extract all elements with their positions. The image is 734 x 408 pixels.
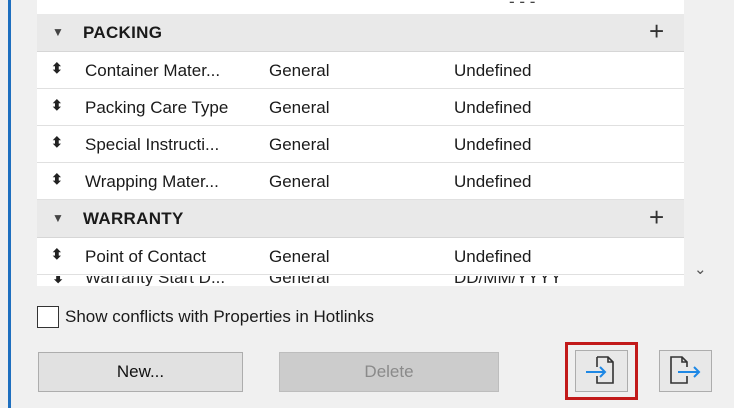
import-button[interactable] (575, 350, 628, 392)
property-value: Undefined (454, 247, 532, 266)
property-row-partial[interactable]: ⬍ Warranty Start D... General DD/MM/YYYY (37, 276, 684, 286)
group-header-warranty[interactable]: ▼ WARRANTY + (37, 200, 684, 238)
drag-handle-icon[interactable]: ⬍ (51, 276, 65, 286)
drag-handle-icon[interactable]: ⬍ (51, 134, 63, 151)
property-type: General (269, 98, 330, 117)
property-row[interactable]: ⬍ Container Mater... General Undefined (37, 52, 684, 89)
property-name: Container Mater... (85, 61, 221, 80)
property-type: General (269, 247, 330, 266)
show-conflicts-checkbox[interactable] (37, 306, 59, 328)
left-accent-bar (8, 0, 11, 408)
triangle-down-icon[interactable]: ▼ (52, 25, 64, 39)
property-value: Undefined (454, 172, 532, 191)
export-button[interactable] (659, 350, 712, 392)
property-type: General (269, 172, 330, 191)
property-name: Special Instructi... (85, 135, 220, 154)
chevron-down-icon[interactable]: ⌄ (694, 260, 707, 278)
property-row[interactable]: ⬍ Point of Contact General Undefined (37, 238, 684, 275)
group-header-packing[interactable]: ▼ PACKING + (37, 14, 684, 52)
property-row[interactable]: ⬍ Wrapping Mater... General Undefined (37, 163, 684, 200)
property-name: Point of Contact (85, 247, 206, 266)
property-list[interactable]: - - - ▼ PACKING + ⬍ Container Mater... G… (37, 0, 684, 286)
drag-handle-icon[interactable]: ⬍ (51, 246, 63, 263)
property-row[interactable]: ⬍ Packing Care Type General Undefined (37, 89, 684, 126)
plus-icon[interactable]: + (649, 203, 664, 231)
property-value: DD/MM/YYYY (454, 276, 562, 286)
property-value: Undefined (454, 98, 532, 117)
delete-button: Delete (279, 352, 499, 392)
drag-handle-icon[interactable]: ⬍ (51, 171, 63, 188)
property-value: Undefined (454, 61, 532, 80)
property-name: Packing Care Type (85, 98, 229, 117)
property-name: Warranty Start D... (85, 276, 226, 286)
property-type: General (269, 61, 330, 80)
group-label: PACKING (83, 23, 163, 42)
property-name: Wrapping Mater... (85, 172, 219, 191)
triangle-down-icon[interactable]: ▼ (52, 211, 64, 225)
drag-handle-icon[interactable]: ⬍ (51, 97, 63, 114)
properties-manager-panel: - - - ▼ PACKING + ⬍ Container Mater... G… (0, 0, 734, 408)
import-icon (586, 356, 614, 384)
new-button[interactable]: New... (38, 352, 243, 392)
property-type: General (269, 276, 330, 286)
drag-handle-icon[interactable]: ⬍ (51, 60, 63, 77)
property-type: General (269, 135, 330, 154)
property-value: Undefined (454, 135, 532, 154)
property-row[interactable]: ⬍ Special Instructi... General Undefined (37, 126, 684, 163)
plus-icon[interactable]: + (649, 17, 664, 45)
cut-off-previous-row: - - - (37, 0, 684, 15)
show-conflicts-label[interactable]: Show conflicts with Properties in Hotlin… (65, 307, 374, 327)
group-label: WARRANTY (83, 209, 184, 228)
export-icon (670, 356, 701, 384)
